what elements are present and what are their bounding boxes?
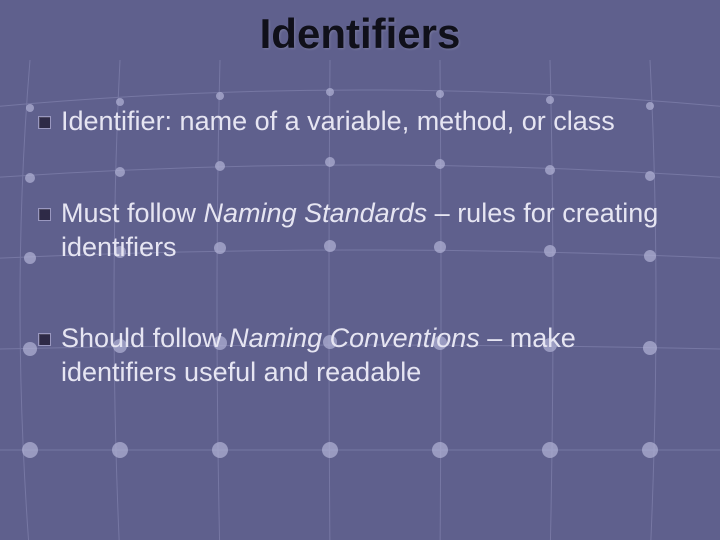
text-segment: Identifier: name of a variable, method, …	[61, 106, 615, 136]
bullet-icon	[38, 333, 51, 346]
list-item: Identifier: name of a variable, method, …	[38, 105, 680, 139]
list-item: Should follow Naming Conventions – make …	[38, 322, 680, 390]
list-item-text: Must follow Naming Standards – rules for…	[61, 197, 680, 265]
text-emphasis: Naming Standards	[204, 198, 428, 228]
bullet-icon	[38, 208, 51, 221]
text-emphasis: Naming Conventions	[229, 323, 480, 353]
slide: Identifiers Identifier: name of a variab…	[0, 0, 720, 540]
list-item-text: Should follow Naming Conventions – make …	[61, 322, 680, 390]
content-area: Identifier: name of a variable, method, …	[38, 105, 680, 448]
slide-title: Identifiers	[0, 10, 720, 58]
text-segment: Must follow	[61, 198, 204, 228]
bullet-icon	[38, 116, 51, 129]
text-segment: Should follow	[61, 323, 229, 353]
list-item: Must follow Naming Standards – rules for…	[38, 197, 680, 265]
list-item-text: Identifier: name of a variable, method, …	[61, 105, 680, 139]
